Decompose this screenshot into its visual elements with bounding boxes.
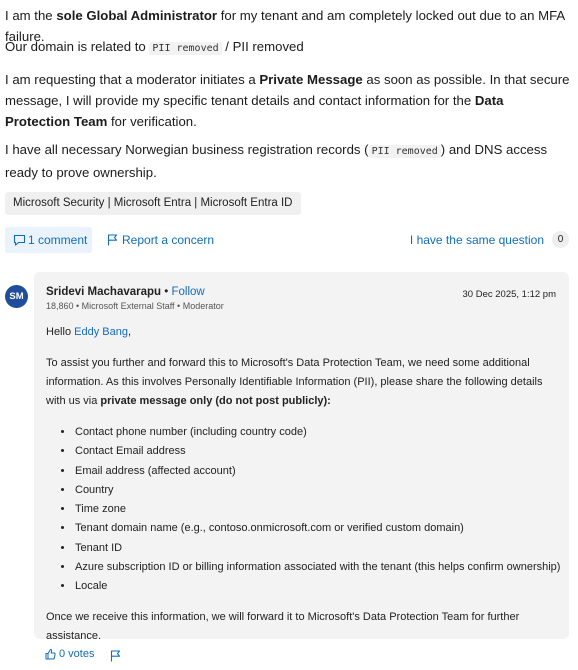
author-name[interactable]: Sridevi Machavarapu [46, 286, 161, 298]
answer-card: Sridevi Machavarapu • Follow 18,860 • Mi… [34, 272, 569, 642]
tag-list[interactable]: Microsoft Security | Microsoft Entra | M… [5, 192, 301, 215]
text: I have all necessary Norwegian business … [5, 142, 369, 157]
list-item: Contact Email address [74, 442, 560, 461]
comment-icon [13, 234, 26, 246]
question-paragraph-3: I am requesting that a moderator initiat… [5, 69, 571, 132]
thumbs-up-icon [45, 648, 56, 660]
inline-code: PII removed [149, 42, 222, 55]
list-item: Locale [74, 577, 560, 596]
answer-greeting: Hello Eddy Bang, [46, 323, 561, 342]
flag-icon[interactable] [110, 650, 121, 662]
same-question-label: I have the same question [409, 233, 544, 247]
list-item: Tenant domain name (e.g., contoso.onmicr… [74, 519, 560, 538]
mention-link[interactable]: Eddy Bang [74, 326, 128, 338]
list-item: Tenant ID [74, 539, 560, 558]
votes-label: 0 votes [59, 648, 95, 660]
list-item: Email address (affected account) [74, 462, 560, 481]
list-item: Time zone [74, 500, 560, 519]
question-paragraph-2: Our domain is related to PII removed / P… [5, 36, 571, 59]
text: Hello [46, 326, 75, 338]
list-item: Azure subscription ID or billing informa… [74, 558, 560, 577]
question-paragraph-4: I have all necessary Norwegian business … [5, 139, 571, 183]
answer-date: 30 Dec 2025, 1:12 pm [462, 289, 556, 300]
separator: • [161, 286, 172, 298]
text: / PII removed [221, 39, 304, 54]
text: Our domain is related to [5, 39, 150, 54]
follow-button[interactable]: Follow [171, 286, 204, 298]
details-list: Contact phone number (including country … [46, 423, 560, 597]
emphasis: Private Message [259, 72, 363, 87]
inline-code: PII removed [368, 145, 441, 158]
text: I am requesting that a moderator initiat… [5, 72, 260, 87]
author-meta: 18,860 • Microsoft External Staff • Mode… [46, 301, 224, 311]
same-question-button[interactable]: I have the same question [410, 227, 544, 253]
text: , [127, 326, 132, 338]
report-concern-button[interactable]: Report a concern [107, 227, 214, 253]
avatar[interactable]: SM [5, 285, 28, 308]
flag-icon [107, 234, 118, 246]
answer-closing: Once we receive this information, we wil… [46, 611, 520, 642]
text: for verification. [107, 114, 197, 129]
answer-author-line: Sridevi Machavarapu • Follow [46, 286, 205, 298]
same-question-count: 0 [552, 231, 569, 248]
report-label: Report a concern [122, 233, 215, 247]
emphasis: private message only (do not post public… [100, 395, 331, 407]
answer-body: To assist you further and forward this t… [46, 354, 561, 411]
text: I am the [5, 8, 57, 23]
list-item: Country [74, 481, 560, 500]
vote-button[interactable]: 0 votes [45, 648, 94, 660]
emphasis: sole Global Administrator [56, 8, 218, 23]
list-item: Contact phone number (including country … [74, 423, 560, 442]
comment-label: 1 comment [28, 233, 88, 247]
comment-button[interactable]: 1 comment [5, 227, 92, 253]
